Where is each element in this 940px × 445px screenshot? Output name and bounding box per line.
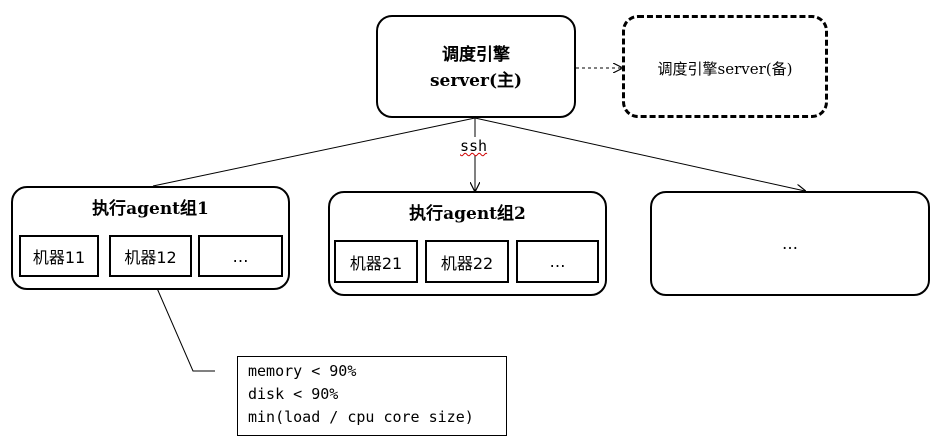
scheduler-server-backup-label: 调度引擎server(备): [657, 60, 793, 78]
note-line-load: min(load / cpu core size): [248, 408, 474, 426]
scheduler-server-main-subtitle: server(主): [429, 71, 523, 91]
edge-to-group-1: [152, 117, 476, 187]
ssh-label: ssh: [458, 137, 490, 155]
scheduler-server-main-title: 调度引擎: [442, 45, 510, 65]
machine-22: 机器22: [425, 240, 509, 283]
scheduler-server-main: 调度引擎 server(主): [376, 15, 576, 118]
machine-21: 机器21: [334, 240, 418, 283]
agent-group-1-title: 执行agent组1: [92, 199, 209, 219]
ssh-label-text: ssh: [460, 137, 488, 155]
machine-12: 机器12: [109, 235, 192, 277]
scheduler-server-backup: 调度引擎server(备): [622, 15, 828, 118]
callout-line: [152, 278, 215, 372]
agent-group-more-label: …: [782, 234, 798, 253]
machine-selection-note: memory < 90% disk < 90% min(load / cpu c…: [237, 356, 507, 436]
machine-11: 机器11: [19, 235, 99, 277]
note-line-disk: disk < 90%: [248, 385, 339, 403]
note-line-memory: memory < 90%: [248, 362, 357, 380]
edge-to-group-3: [474, 117, 805, 191]
machine-more-group-2: …: [516, 240, 599, 283]
agent-group-more: …: [650, 191, 930, 296]
machine-more-group-1: …: [198, 235, 283, 277]
agent-group-2-title: 执行agent组2: [409, 204, 526, 224]
